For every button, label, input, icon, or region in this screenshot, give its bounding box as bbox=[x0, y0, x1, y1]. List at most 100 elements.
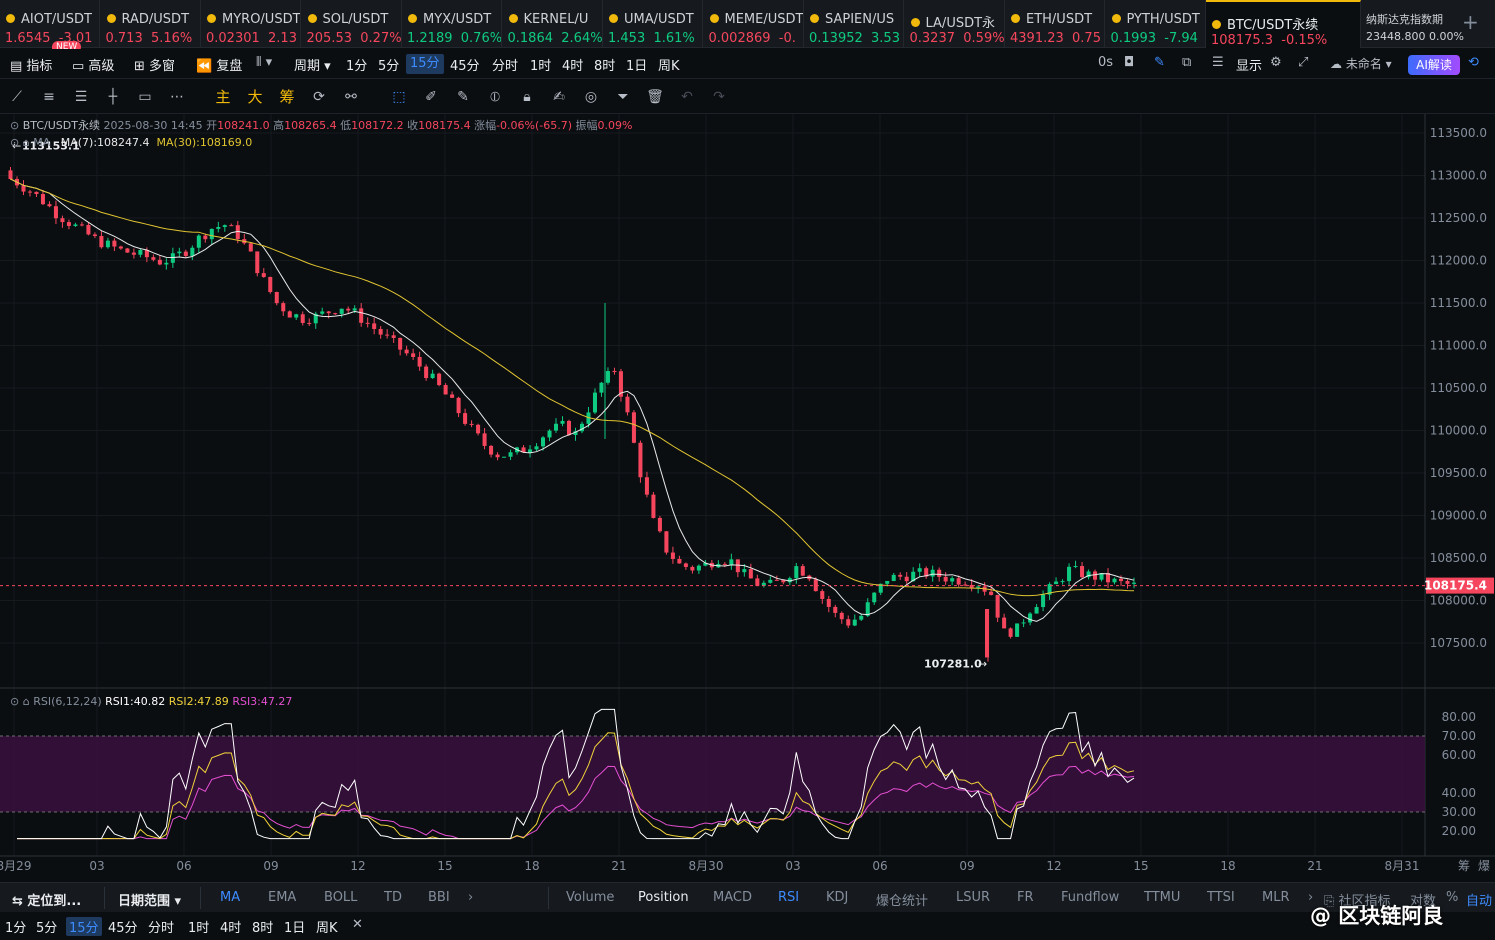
big-order-button[interactable]: 大 bbox=[246, 88, 264, 106]
ticker-tab[interactable]: AIOT/USDT 1.6545 -3.01 bbox=[0, 0, 100, 48]
interval-option[interactable]: 5分 bbox=[378, 55, 399, 74]
interval-option[interactable]: 15分 bbox=[406, 54, 444, 74]
ticker-tab[interactable]: KERNEL/U 0.1864 2.64% bbox=[503, 0, 603, 48]
horizontal-lines-icon[interactable]: ☰ bbox=[72, 88, 90, 106]
ticker-tab[interactable]: SOL/USDT 205.53 0.27% bbox=[302, 0, 402, 48]
interval-option[interactable]: 1日 bbox=[626, 55, 647, 74]
chart-canvas[interactable]: 8月29 03 06 09 12 15 18 21 8月30 03 06 09 12 15 18 21 8月31… bbox=[0, 114, 1495, 882]
interval-option[interactable]: 1分 bbox=[346, 55, 367, 74]
percent-toggle[interactable]: % bbox=[1446, 890, 1458, 905]
popout-icon[interactable]: ⧉ bbox=[1182, 55, 1191, 70]
layout-name-dropdown[interactable]: ☁ 未命名 ▾ bbox=[1330, 55, 1392, 72]
sub-indicator-option[interactable]: KDJ bbox=[826, 890, 848, 905]
bottom-interval-option[interactable]: 4时 bbox=[220, 917, 241, 936]
ai-analysis-button[interactable]: AI解读 bbox=[1408, 55, 1460, 75]
bottom-interval-option[interactable]: 周K bbox=[316, 917, 338, 936]
sub-indicator-option[interactable]: RSI bbox=[778, 890, 799, 905]
bottom-interval-option[interactable]: 5分 bbox=[36, 917, 57, 936]
redo-icon[interactable]: ↷ bbox=[710, 88, 728, 106]
sub-indicator-option[interactable]: Fundflow bbox=[1061, 890, 1119, 905]
sub-indicator-option[interactable]: MACD bbox=[713, 890, 752, 905]
interval-option[interactable]: 分时 bbox=[492, 55, 518, 74]
chevron-right-icon[interactable]: › bbox=[468, 890, 473, 905]
ticker-tab[interactable]: MEME/USDT 0.002869 -0. bbox=[704, 0, 804, 48]
sub-indicator-option[interactable]: Volume bbox=[566, 890, 614, 905]
select-icon[interactable]: ⬚ bbox=[390, 88, 408, 106]
main-indicator-option[interactable]: MA bbox=[220, 890, 240, 905]
locate-button[interactable]: ⇆ 定位到... bbox=[12, 890, 81, 909]
ticker-tab[interactable]: MYRO/USDT 0.02301 2.13 bbox=[201, 0, 301, 48]
bottom-interval-option[interactable]: 分时 bbox=[148, 917, 174, 936]
ticker-tab[interactable]: PYTH/USDT 0.1993 -7.94 bbox=[1106, 0, 1206, 48]
brush-icon[interactable]: ✐ bbox=[422, 88, 440, 106]
main-indicator-option[interactable]: EMA bbox=[268, 890, 296, 905]
collapse-icon[interactable]: ⊙ bbox=[10, 119, 23, 132]
date-range-dropdown[interactable]: 日期范围 ▾ bbox=[118, 890, 181, 909]
ticker-tab[interactable]: SAPIEN/US 0.13952 3.53 bbox=[804, 0, 904, 48]
bottom-interval-option[interactable]: 15分 bbox=[66, 917, 102, 936]
edit-icon[interactable]: ✍ bbox=[550, 88, 568, 106]
share-icon[interactable]: ⟲ bbox=[1468, 55, 1479, 70]
magnet-icon[interactable]: ⚯ bbox=[342, 88, 360, 106]
main-indicator-option[interactable]: TD bbox=[384, 890, 402, 905]
bottom-interval-option[interactable]: 1分 bbox=[5, 917, 26, 936]
measure-icon[interactable]: ⦶ bbox=[486, 88, 504, 106]
ticker-tab[interactable]: ETH/USDT 4391.23 0.75 bbox=[1005, 0, 1105, 48]
list-icon[interactable]: ☰ bbox=[1212, 55, 1224, 70]
bottom-interval-option[interactable]: 8时 bbox=[252, 917, 273, 936]
filter-icon[interactable]: ⏷ bbox=[614, 88, 632, 106]
replay-button[interactable]: ⏪ 复盘 bbox=[196, 55, 242, 74]
interval-option[interactable]: 45分 bbox=[450, 55, 480, 74]
crosshair-line-icon[interactable]: ┼ bbox=[104, 88, 122, 106]
auto-scale-toggle[interactable]: 自动 bbox=[1466, 890, 1492, 909]
sub-indicator-option[interactable]: LSUR bbox=[956, 890, 990, 905]
lock-icon[interactable]: 🔒︎ bbox=[518, 88, 536, 106]
ma-settings-icon[interactable]: ⊙ ⌂ bbox=[10, 136, 30, 149]
rectangle-icon[interactable]: ▭ bbox=[136, 88, 154, 106]
indicator-button[interactable]: ▤ 指标 bbox=[10, 55, 52, 74]
sync-icon[interactable]: ⟳ bbox=[310, 88, 328, 106]
main-indicator-option[interactable]: BOLL bbox=[324, 890, 357, 905]
gear-icon[interactable]: ⚙ bbox=[1270, 55, 1282, 70]
sub-indicator-option[interactable]: MLR bbox=[1262, 890, 1290, 905]
eraser-icon[interactable]: ✎ bbox=[454, 88, 472, 106]
ticker-tab[interactable]: MYX/USDT 1.2189 0.76% bbox=[402, 0, 502, 48]
chart-type-button[interactable]: ⫴ ▾ bbox=[256, 55, 272, 70]
period-dropdown[interactable]: 周期 ▾ bbox=[294, 55, 331, 74]
sub-indicator-option[interactable]: FR bbox=[1017, 890, 1034, 905]
sub-indicator-option[interactable]: TTSI bbox=[1207, 890, 1235, 905]
add-tab-icon[interactable]: + bbox=[1462, 10, 1479, 34]
camera-icon[interactable]: ◘ bbox=[1124, 55, 1134, 70]
interval-option[interactable]: 8时 bbox=[594, 55, 615, 74]
fullscreen-icon[interactable]: ⤢ bbox=[1298, 55, 1308, 70]
multi-window-button[interactable]: ⊞ 多窗 bbox=[134, 55, 175, 74]
pencil-icon[interactable]: ✎ bbox=[1154, 55, 1165, 70]
close-icon[interactable]: ✕ bbox=[352, 917, 363, 932]
trash-icon[interactable]: 🗑︎ bbox=[646, 88, 664, 106]
ticker-tab[interactable]: BTC/USDT永续 108175.3 -0.15% bbox=[1206, 0, 1361, 48]
interval-option[interactable]: 4时 bbox=[562, 55, 583, 74]
ticker-tab[interactable]: UMA/USDT 1.453 1.61% bbox=[603, 0, 703, 48]
rsi-settings-icon[interactable]: ⊙ ⌂ bbox=[10, 695, 30, 708]
display-button[interactable]: 显示 bbox=[1236, 55, 1262, 74]
more-tools-icon[interactable]: ⋯ bbox=[168, 88, 186, 106]
nasdaq-tab[interactable]: 纳斯达克指数期 23448.800 0.00% bbox=[1360, 0, 1464, 48]
visibility-icon[interactable]: ◎ bbox=[582, 88, 600, 106]
sub-indicator-option[interactable]: 爆仓统计 bbox=[876, 890, 928, 909]
bottom-interval-option[interactable]: 45分 bbox=[108, 917, 138, 936]
bottom-interval-option[interactable]: 1时 bbox=[188, 917, 209, 936]
undo-icon[interactable]: ↶ bbox=[678, 88, 696, 106]
parallel-lines-icon[interactable]: ≡ bbox=[40, 88, 58, 106]
interval-option[interactable]: 1时 bbox=[530, 55, 551, 74]
sub-indicator-option[interactable]: Position bbox=[638, 890, 689, 905]
chip-button[interactable]: 筹 bbox=[278, 88, 296, 106]
main-indicator-option[interactable]: BBI bbox=[428, 890, 450, 905]
trendline-icon[interactable]: ⟋ bbox=[8, 88, 26, 106]
sub-indicator-option[interactable]: TTMU bbox=[1144, 890, 1180, 905]
ticker-tab[interactable]: RAD/USDT 0.713 5.16% bbox=[101, 0, 201, 48]
interval-option[interactable]: 周K bbox=[658, 55, 680, 74]
ticker-tab[interactable]: LA/USDT永 0.3237 0.59% bbox=[905, 0, 1005, 48]
bottom-interval-option[interactable]: 1日 bbox=[284, 917, 305, 936]
advanced-button[interactable]: ▭ 高级 bbox=[72, 55, 114, 74]
main-force-button[interactable]: 主 bbox=[214, 88, 232, 106]
